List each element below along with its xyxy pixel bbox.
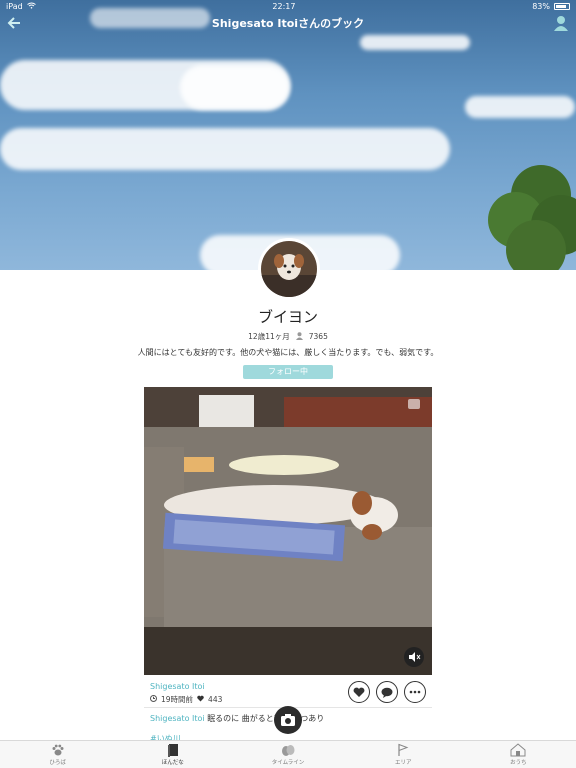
comment-author[interactable]: Shigesato Itoi [150,714,205,723]
tab-label: エリア [394,760,412,766]
tab-label: ほんだな [161,760,184,766]
status-bar: iPad 22:17 83% [0,0,576,12]
tab-hiroba[interactable]: ひろば [0,741,115,768]
camera-button[interactable] [274,706,302,734]
tab-hondana[interactable]: ほんだな [115,741,230,768]
device-label: iPad [6,1,23,11]
cloud [465,96,575,118]
more-button[interactable] [404,681,426,703]
post-author[interactable]: Shigesato Itoi [150,682,222,691]
clock: 22:17 [272,1,296,11]
clock-icon [150,695,157,704]
house-icon [510,743,526,757]
paw-icon [52,744,64,756]
user-icon[interactable] [554,15,568,31]
comment-text: 眠るのに 曲がると真面… つあり [207,714,325,723]
post-time: 19時間前 [161,695,194,704]
heart-icon [353,687,365,697]
wifi-icon [26,2,36,11]
follower-count: 7365 [308,332,328,341]
post-photo[interactable] [144,387,432,675]
video-badge-icon [408,399,420,409]
pet-description: 人間にはとても友好的です。他の犬や猫には、厳しく当たります。でも、弱気です。 [137,348,439,357]
post-stats: 19時間前 443 [150,694,222,705]
battery-icon [553,2,570,10]
pet-age: 12歳11ヶ月 [248,332,290,341]
speech-bubble-icon [381,687,393,698]
pet-meta: 12歳11ヶ月 7365 [0,331,576,342]
back-arrow-icon[interactable] [6,15,22,31]
cloud [360,35,470,50]
timeline-icon [282,745,295,756]
book-icon [167,744,178,757]
cover-image [0,0,576,270]
ellipsis-icon [409,690,421,694]
nav-bar: Shigesato Itoiさんのブック [0,12,576,34]
like-count: 443 [208,695,223,704]
tree [488,165,576,270]
pet-name: ブイヨン [257,308,318,326]
follow-button[interactable]: フォロー中 [243,365,333,379]
post-meta: Shigesato Itoi 19時間前 443 [150,682,222,705]
battery-percent: 83% [532,1,550,11]
heart-icon [197,695,204,704]
comment-button[interactable] [376,681,398,703]
avatar[interactable] [258,238,320,300]
tab-label: おうち [510,760,527,766]
like-button[interactable] [348,681,370,703]
camera-icon [281,714,295,726]
tab-label: タイムライン [271,760,305,766]
followers-icon [295,331,303,342]
tab-bar: ひろば ほんだな タイムライン エリア おうち [0,740,576,768]
tab-ouchi[interactable]: おうち [461,741,576,768]
page-title: Shigesato Itoiさんのブック [211,17,365,30]
cloud [0,128,450,170]
tab-timeline[interactable]: タイムライン [230,741,345,768]
speaker-mute-icon[interactable] [404,647,424,667]
cloud [180,65,290,110]
tab-label: ひろば [49,760,66,766]
tab-area[interactable]: エリア [346,741,461,768]
flag-icon [398,743,409,756]
